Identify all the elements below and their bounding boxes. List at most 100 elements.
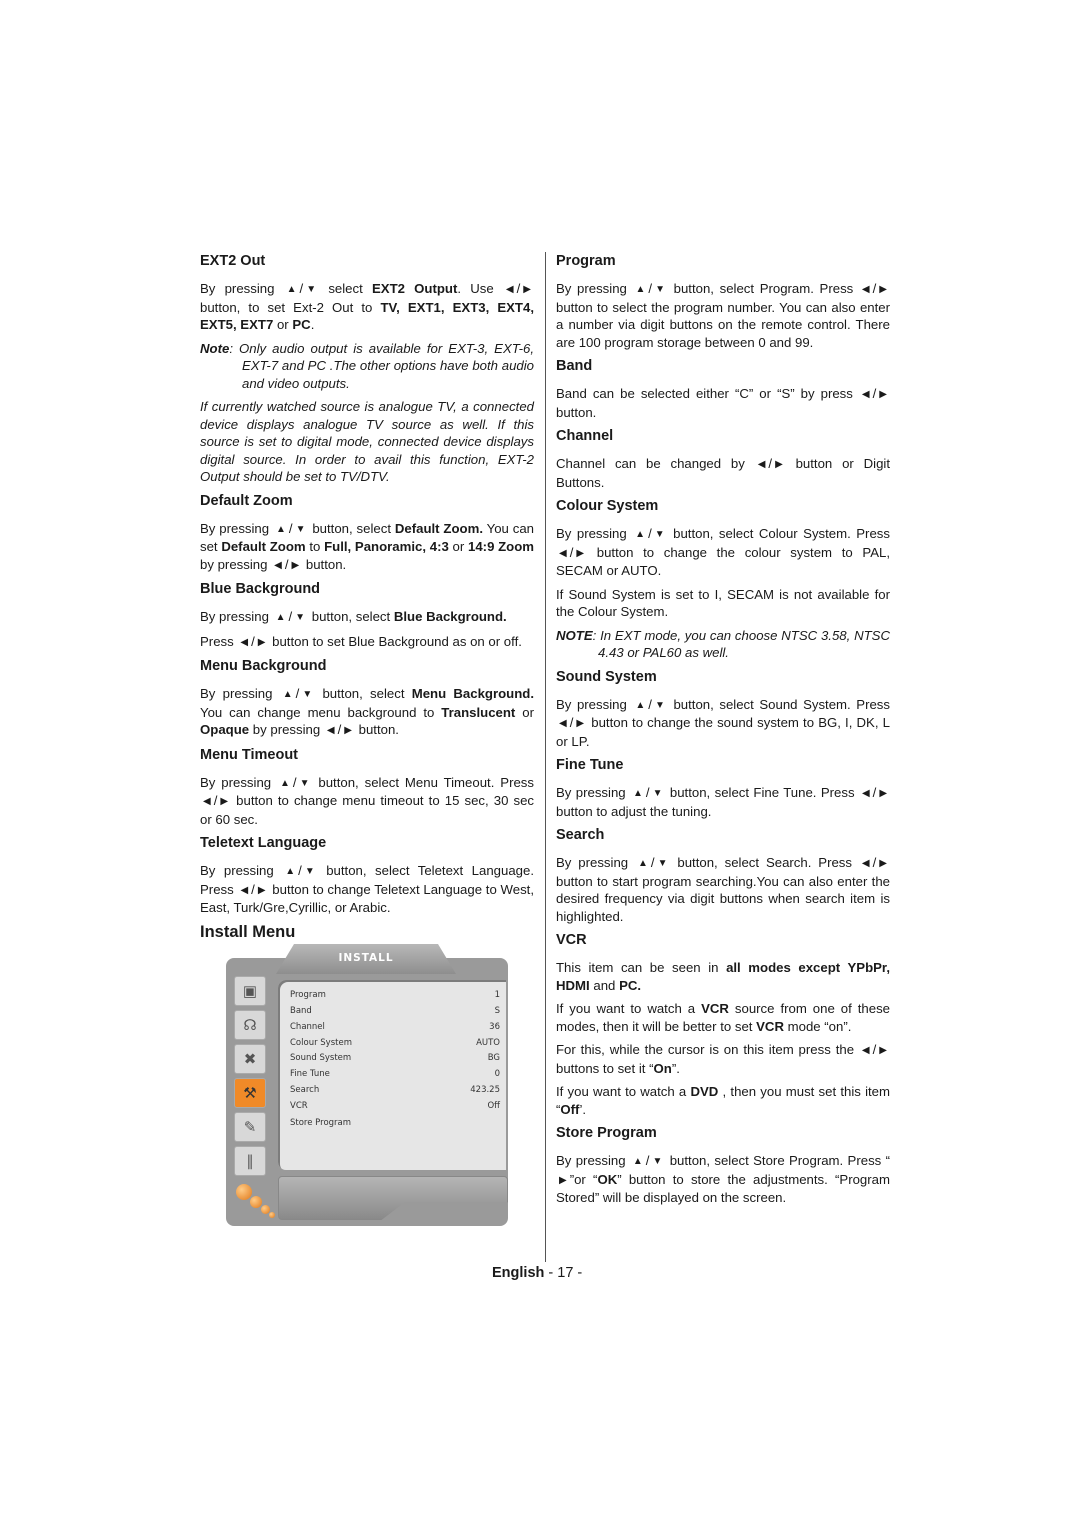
text: By pressing [200,774,272,790]
down-arrow-icon: ▼ [655,284,665,295]
menu-row-band: Band S [290,1006,500,1016]
section-ext2-out: EXT2 Out By pressing ▲ / ▼ select EXT2 Out… [200,252,534,486]
left-arrow-icon: ◀ [559,547,567,559]
text: button, select Colour System. [673,526,851,541]
right-arrow-icon: ▶ [344,725,352,736]
text: By pressing [556,526,627,541]
menu-row-channel: Channel 36 [290,1022,500,1032]
section-sound-system: Sound System By pressing ▲ / ▼ button, sel… [556,668,890,751]
text: You can change menu background to [200,704,435,720]
section-menu-timeout: Menu Timeout By pressing ▲ / ▼ button, sel… [200,746,534,829]
pliers-icon: ∥ [234,1146,266,1176]
text: button, select Menu Timeout. [318,774,495,790]
paragraph: This item can be seen in all modes excep… [556,959,890,994]
text: button, to set Ext-2 Out to [200,299,373,315]
paragraph: By pressing ▲ / ▼ select EXT2 Output. Use … [200,281,534,332]
left-arrow-icon: ◀ [203,796,211,807]
up-arrow-icon: ▲ [635,699,646,711]
paragraph: By pressing ▲ / ▼ button, select Store Pro… [556,1153,890,1205]
text: button to set Blue Background as on or o… [272,633,522,649]
headphones-icon: ☊ [234,1010,266,1040]
left-column: EXT2 Out By pressing ▲ / ▼ select EXT2 Out… [200,252,534,952]
down-arrow-icon: ▼ [657,858,668,869]
left-arrow-icon: ◀ [240,884,249,896]
text: and [593,977,616,993]
paragraph: By pressing ▲ / ▼ button, select Menu Back… [200,685,534,740]
text: Press [200,633,234,649]
section-heading: Channel [556,428,614,444]
up-arrow-icon: ▲ [633,788,643,799]
right-arrow-icon: ▶ [775,459,783,470]
menu-row-store-program: Store Program [290,1118,500,1128]
up-arrow-icon: ▲ [286,284,297,295]
install-menu-heading: Install Menu [200,922,296,941]
text: button. [556,404,597,420]
bold-text: Blue Background. [393,609,507,624]
section-heading: Blue Background [200,581,321,597]
menu-row-label: Colour System [290,1038,352,1048]
menu-row-value: 36 [489,1022,500,1032]
right-arrow-icon: ▶ [523,284,531,295]
right-column: Program By pressing ▲ / ▼ button, select P… [556,252,890,1213]
text: button to change menu timeout to 15 sec,… [200,793,534,827]
menu-row-label: Channel [290,1022,325,1032]
paragraph: By pressing ▲ / ▼ button, select Sound Sys… [556,696,890,749]
down-arrow-icon: ▼ [654,699,665,711]
menu-row-sound-system: Sound System BG [290,1053,500,1063]
text: By pressing [556,696,627,712]
section-default-zoom: Default Zoom By pressing ▲ / ▼ button, sel… [200,492,534,575]
section-colour-system: Colour System By pressing ▲ / ▼ button, se… [556,497,890,662]
right-arrow-icon: ▶ [291,559,300,571]
text: button, select Program. Press [673,281,854,296]
menu-panel: Program 1 Band S Channel 36 Colour System AU… [278,980,506,1170]
section-heading: Search [556,827,605,843]
bold-text: Default Zoom. [394,520,483,536]
text: button to change the sound system to BG,… [556,715,890,749]
menu-row-label: Fine Tune [290,1069,330,1079]
section-heading: Default Zoom [200,492,293,509]
up-arrow-icon: ▲ [275,612,286,623]
down-arrow-icon: ▼ [652,1156,663,1167]
menu-row-label: Program [290,990,326,1000]
paragraph: Press ◀ / ▶ button to set Blue Background … [200,633,534,652]
left-arrow-icon: ◀ [505,284,514,295]
text: by pressing [252,722,321,737]
wrench-icon: ⚒ [234,1078,266,1108]
tools-icon: ✖ [234,1044,266,1074]
menu-row-label: Store Program [290,1118,352,1128]
up-arrow-icon: ▲ [275,523,286,535]
text: button. [358,722,399,737]
monitor-icon: ▣ [234,976,266,1006]
text: Press [856,526,890,541]
left-arrow-icon: ◀ [240,636,249,648]
right-arrow-icon: ▶ [257,884,266,896]
paragraph: If Sound System is set to I, SECAM is no… [556,586,890,620]
install-menu-illustration: INSTALL ▣ ☊ ✖ ⚒ ✎ ∥ Program 1 Band S Chann… [226,944,510,1228]
right-arrow-icon: ▶ [576,547,585,559]
footer-language: English [492,1265,545,1281]
text: This item can be seen in [556,960,719,975]
up-arrow-icon: ▲ [282,689,293,700]
left-arrow-icon: ◀ [861,284,870,295]
section-band: Band Band can be selected either “C” or … [556,357,890,421]
down-arrow-icon: ▼ [652,788,663,799]
menu-row-value: AUTO [476,1038,500,1048]
page-footer: English - 17 - [492,1265,582,1281]
down-arrow-icon: ▼ [295,612,306,623]
text: By pressing [200,609,269,624]
text: button, select [322,686,405,701]
text: button to select the program number. You… [556,299,890,350]
paragraph: By pressing ▲ / ▼ button, select Menu Time… [200,774,534,827]
text: button, select Search. Press [677,855,852,870]
left-arrow-icon: ◀ [326,725,335,736]
paragraph: Channel can be changed by ◀ / ▶ button or … [556,456,890,490]
menu-row-value: 0 [494,1069,500,1079]
notepad-icon: ✎ [234,1112,266,1142]
menu-row-label: Sound System [290,1053,352,1063]
section-heading: Menu Timeout [200,746,299,763]
note-text: : Only audio output is available for EXT… [229,340,534,391]
menu-row-value: 423.25 [470,1085,500,1095]
note-text: : In EXT mode, you can choose NTSC 3.58,… [592,627,890,661]
left-arrow-icon: ◀ [861,858,870,869]
text: mode “on”. [787,1018,852,1034]
